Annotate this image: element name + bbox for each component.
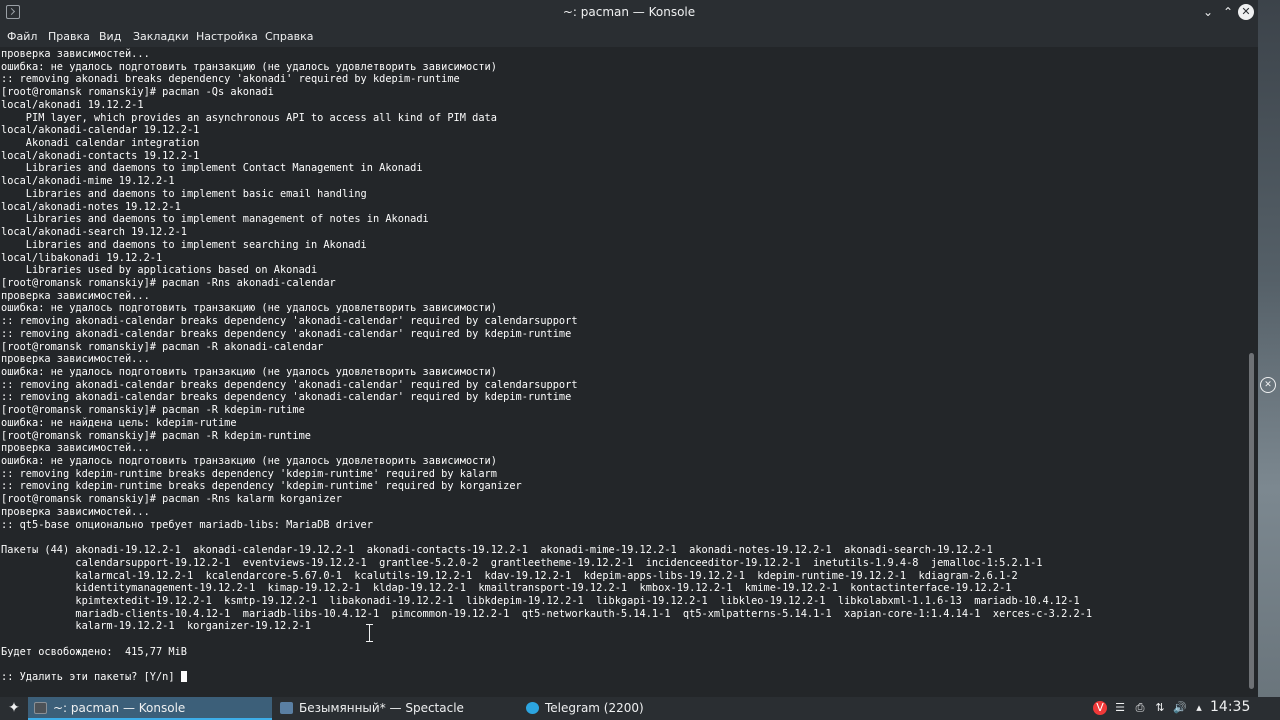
- terminal-line: ошибка: не удалось подготовить транзакци…: [1, 455, 497, 468]
- title-bar[interactable]: ~: pacman — Konsole ⌄ ⌃ ✕: [0, 0, 1258, 25]
- terminal-line: проверка зависимостей...: [1, 289, 150, 302]
- close-icon[interactable]: ✕: [1238, 4, 1254, 20]
- terminal-line: :: removing kdepim-runtime breaks depend…: [1, 467, 497, 480]
- terminal-line: проверка зависимостей...: [1, 505, 150, 518]
- terminal-line: Libraries and daemons to implement searc…: [1, 238, 367, 251]
- terminal-line: :: removing akonadi-calendar breaks depe…: [1, 315, 578, 328]
- taskbar: ✦ ~: pacman — Konsole Безымянный* — Spec…: [0, 697, 1280, 720]
- terminal-line: Libraries and daemons to implement Conta…: [1, 162, 423, 175]
- terminal-line: :: removing akonadi-calendar breaks depe…: [1, 378, 578, 391]
- terminal-line: [root@romansk romanskiy]# pacman -Rns ak…: [1, 276, 336, 289]
- menu-bar: Файл Правка Вид Закладки Настройка Справ…: [0, 25, 1258, 47]
- terminal-line: ошибка: не удалось подготовить транзакци…: [1, 366, 497, 378]
- clock[interactable]: 14:35: [1210, 699, 1250, 715]
- terminal-line: :: qt5-base опционально требует mariadb-…: [1, 518, 373, 531]
- printer-icon[interactable]: ⎙: [1133, 701, 1147, 715]
- menu-help[interactable]: Справка: [265, 30, 313, 43]
- terminal-line: Libraries and daemons to implement manag…: [1, 213, 429, 226]
- spectacle-icon: [280, 702, 293, 714]
- terminal-line: Будет освобождено: 415,77 MiB: [1, 645, 187, 658]
- terminal-line: mariadb-clients-10.4.12-1 mariadb-libs-1…: [1, 607, 1093, 620]
- terminal-output[interactable]: проверка зависимостей... ошибка: не удало…: [0, 47, 1247, 697]
- menu-view[interactable]: Вид: [99, 30, 121, 43]
- network-icon[interactable]: ⇅: [1153, 701, 1167, 715]
- window-title: ~: pacman — Konsole: [562, 5, 696, 19]
- terminal-line: PIM layer, which provides an asynchronou…: [1, 111, 497, 124]
- konsole-icon: [34, 702, 47, 714]
- terminal-line: :: removing akonadi-calendar breaks depe…: [1, 327, 572, 340]
- terminal-line: calendarsupport-19.12.2-1 eventviews-19.…: [1, 556, 1043, 569]
- application-launcher-icon[interactable]: ✦: [6, 700, 22, 716]
- konsole-window: ~: pacman — Konsole ⌄ ⌃ ✕ Файл Правка Ви…: [0, 0, 1258, 697]
- terminal-line: Akonadi calendar integration: [1, 137, 200, 150]
- terminal-line: :: Удалить эти пакеты? [Y/n]: [1, 671, 187, 684]
- clipboard-icon[interactable]: ☰: [1113, 701, 1127, 715]
- terminal-line: [root@romansk romanskiy]# pacman -R kdep…: [1, 429, 311, 442]
- telegram-icon: [526, 702, 539, 714]
- terminal-line: :: removing akonadi breaks dependency 'a…: [1, 73, 460, 86]
- terminal-line: Пакеты (44) akonadi-19.12.2-1 akonadi-ca…: [1, 544, 993, 557]
- terminal-line: проверка зависимостей...: [1, 353, 150, 366]
- desktop-background: [1258, 0, 1280, 697]
- terminal-line: [root@romansk romanskiy]# pacman -Rns ka…: [1, 493, 342, 506]
- menu-file[interactable]: Файл: [7, 30, 37, 43]
- terminal-line: ошибка: не найдена цель: kdepim-rutime: [1, 416, 237, 429]
- terminal-line: kalarm-19.12.2-1 korganizer-19.12.2-1: [1, 620, 311, 633]
- terminal-line: [root@romansk romanskiy]# pacman -R akon…: [1, 340, 324, 353]
- menu-bookmarks[interactable]: Закладки: [133, 30, 189, 43]
- terminal-line: [root@romansk romanskiy]# pacman -R kdep…: [1, 404, 305, 417]
- minimize-icon[interactable]: ⌄: [1200, 4, 1216, 20]
- terminal-line: [root@romansk romanskiy]# pacman -Qs ako…: [1, 86, 274, 99]
- task-konsole[interactable]: ~: pacman — Konsole: [28, 697, 272, 720]
- task-telegram[interactable]: Telegram (2200): [520, 697, 764, 720]
- terminal-line: local/akonadi-mime 19.12.2-1: [1, 175, 175, 188]
- task-spectacle[interactable]: Безымянный* — Spectacle: [274, 697, 518, 720]
- terminal-line: local/libakonadi 19.12.2-1: [1, 251, 163, 264]
- terminal-scrollbar[interactable]: [1247, 47, 1258, 697]
- task-label: ~: pacman — Konsole: [53, 701, 186, 715]
- terminal-line: :: removing kdepim-runtime breaks depend…: [1, 480, 522, 493]
- terminal-line: :: removing akonadi-calendar breaks depe…: [1, 391, 572, 404]
- terminal-line: kpimtextedit-19.12.2-1 ksmtp-19.12.2-1 l…: [1, 594, 1080, 607]
- terminal-line: ошибка: не удалось подготовить транзакци…: [1, 302, 497, 315]
- terminal-line: kidentitymanagement-19.12.2-1 kimap-19.1…: [1, 582, 1012, 595]
- terminal-line: ошибка: не удалось подготовить транзакци…: [1, 60, 497, 73]
- terminal-line: local/akonadi-notes 19.12.2-1: [1, 200, 181, 213]
- text-cursor: [180, 671, 187, 683]
- menu-settings[interactable]: Настройка: [196, 30, 258, 43]
- task-label: Telegram (2200): [545, 701, 644, 715]
- terminal-line: проверка зависимостей...: [1, 442, 150, 455]
- volume-icon[interactable]: 🔊: [1173, 701, 1187, 715]
- terminal-line: Libraries used by applications based on …: [1, 264, 318, 277]
- terminal-line: kalarmcal-19.12.2-1 kcalendarcore-5.67.0…: [1, 569, 1018, 582]
- menu-edit[interactable]: Правка: [48, 30, 90, 43]
- terminal-line: проверка зависимостей...: [1, 48, 150, 60]
- mouse-ibeam-cursor: [366, 623, 374, 643]
- terminal-line: local/akonadi-contacts 19.12.2-1: [1, 149, 200, 162]
- chevron-up-icon[interactable]: ▴: [1192, 701, 1206, 715]
- notification-close-icon[interactable]: ✕: [1260, 377, 1276, 393]
- terminal-line: local/akonadi 19.12.2-1: [1, 98, 144, 111]
- terminal-line: local/akonadi-search 19.12.2-1: [1, 226, 187, 239]
- scrollbar-thumb[interactable]: [1249, 353, 1254, 689]
- terminal-line: local/akonadi-calendar 19.12.2-1: [1, 124, 200, 137]
- terminal-line: Libraries and daemons to implement basic…: [1, 187, 367, 200]
- task-label: Безымянный* — Spectacle: [299, 701, 464, 715]
- vivaldi-icon[interactable]: V: [1093, 701, 1107, 715]
- maximize-icon[interactable]: ⌃: [1220, 4, 1236, 20]
